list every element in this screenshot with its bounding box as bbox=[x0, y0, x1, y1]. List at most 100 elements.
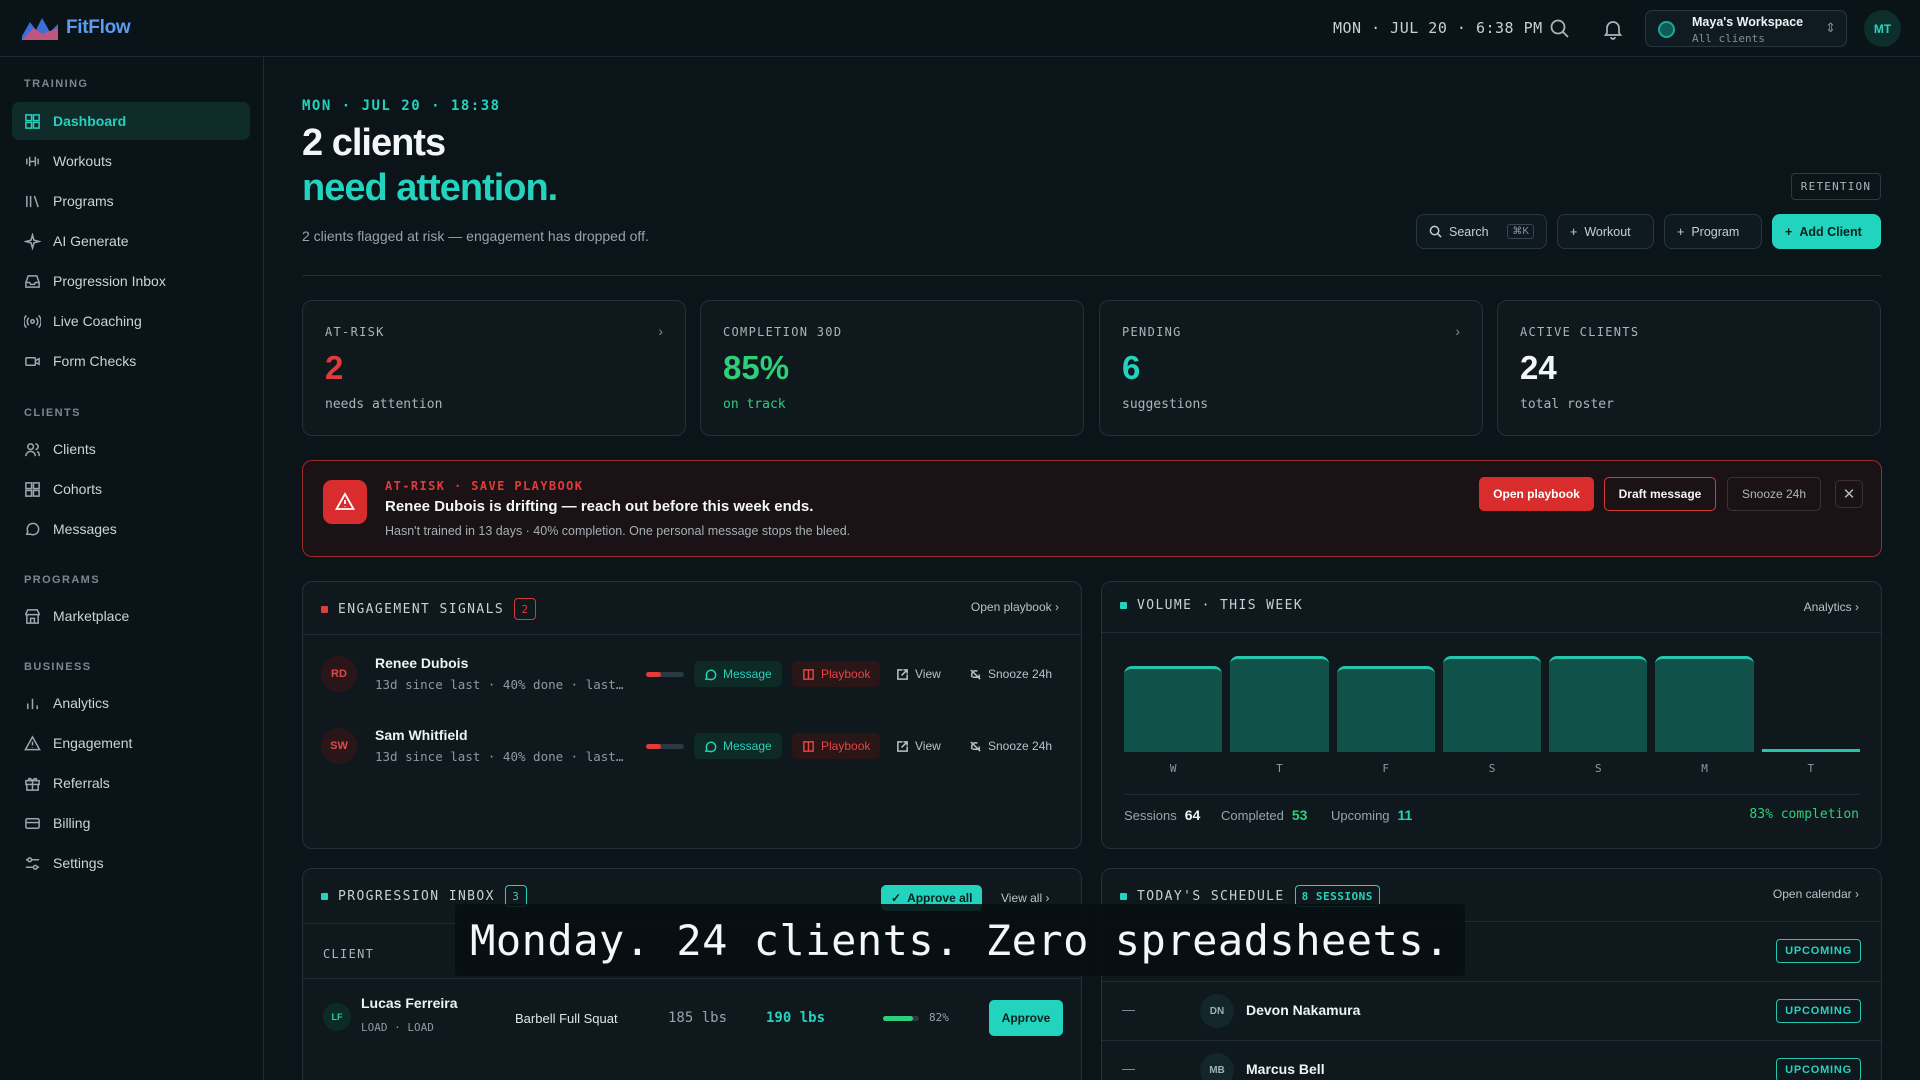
playbook-button[interactable]: Playbook bbox=[792, 733, 881, 759]
chart-bar bbox=[1124, 665, 1223, 752]
bell-icon[interactable] bbox=[1602, 18, 1624, 40]
gift-icon bbox=[25, 777, 40, 791]
open-calendar-link[interactable]: Open calendar › bbox=[1773, 887, 1859, 901]
chevron-updown-icon: ⇕ bbox=[1825, 20, 1836, 35]
status-dot bbox=[1120, 602, 1127, 609]
snooze-label: Snooze 24h bbox=[988, 667, 1053, 681]
sidebar-item-engagement[interactable]: Engagement bbox=[12, 724, 250, 762]
sidebar-item-referrals[interactable]: Referrals bbox=[12, 764, 250, 802]
sidebar-item-label: Cohorts bbox=[53, 481, 103, 497]
at-risk-alert: AT-RISK · SAVE PLAYBOOK Renee Dubois is … bbox=[302, 460, 1882, 557]
chart-bar bbox=[1549, 656, 1648, 752]
schedule-row[interactable]: — MB Marcus Bell UPCOMING bbox=[1102, 1041, 1881, 1080]
plus-icon: + bbox=[1677, 224, 1685, 239]
stat-value: 2 bbox=[325, 349, 344, 386]
sidebar-item-messages[interactable]: Messages bbox=[12, 510, 250, 548]
sidebar-item-ai-generate[interactable]: AI Generate bbox=[12, 222, 250, 260]
open-playbook-link[interactable]: Open playbook › bbox=[971, 600, 1059, 614]
stat-note: total roster bbox=[1520, 397, 1614, 412]
close-icon[interactable]: ✕ bbox=[1835, 480, 1863, 508]
sidebar-item-programs[interactable]: Programs bbox=[12, 182, 250, 220]
add-client-button[interactable]: + Add Client bbox=[1772, 214, 1881, 249]
stat-note: needs attention bbox=[325, 397, 443, 412]
message-button[interactable]: Message bbox=[694, 733, 782, 759]
snooze-button[interactable]: Snooze 24h bbox=[1727, 477, 1821, 511]
view-all-link[interactable]: View all › bbox=[1001, 891, 1049, 905]
page-subtitle: 2 clients flagged at risk — engagement h… bbox=[302, 228, 649, 244]
schedule-row[interactable]: — DN Devon Nakamura UPCOMING bbox=[1102, 982, 1881, 1040]
client-name[interactable]: Sam Whitfield bbox=[375, 727, 468, 743]
plus-icon: + bbox=[1785, 224, 1793, 239]
new-program-label: Program bbox=[1691, 224, 1740, 239]
approve-button[interactable]: Approve bbox=[989, 1000, 1063, 1036]
external-link-icon bbox=[897, 668, 908, 680]
client-avatar: SW bbox=[321, 728, 357, 764]
sidebar-item-label: Progression Inbox bbox=[53, 273, 166, 289]
open-playbook-button[interactable]: Open playbook bbox=[1479, 477, 1594, 511]
page-title-accent: need attention. bbox=[302, 167, 558, 209]
chevron-right-icon: › bbox=[658, 323, 663, 339]
completed-value: 53 bbox=[1291, 807, 1308, 823]
client-avatar: MB bbox=[1200, 1053, 1234, 1080]
new-program-button[interactable]: + Program bbox=[1664, 214, 1762, 249]
sidebar-item-marketplace[interactable]: Marketplace bbox=[12, 597, 250, 635]
playbook-button[interactable]: Playbook bbox=[792, 661, 881, 687]
view-button[interactable]: View bbox=[886, 733, 951, 759]
client-status: 13d since last · 40% done · last… bbox=[375, 677, 624, 692]
upcoming-value: 11 bbox=[1397, 807, 1413, 823]
snooze-button[interactable]: Snooze 24h bbox=[959, 661, 1062, 687]
external-link-icon bbox=[897, 740, 908, 752]
user-avatar[interactable]: MT bbox=[1864, 10, 1901, 47]
stat-label: COMPLETION 30D bbox=[723, 325, 843, 339]
draft-message-button[interactable]: Draft message bbox=[1604, 477, 1716, 511]
client-status: 13d since last · 40% done · last… bbox=[375, 749, 624, 764]
client-name[interactable]: Lucas Ferreira bbox=[361, 995, 458, 1011]
video-icon bbox=[25, 356, 40, 366]
search-icon[interactable] bbox=[1549, 18, 1571, 40]
message-button[interactable]: Message bbox=[694, 661, 782, 687]
stat-label: ACTIVE CLIENTS bbox=[1520, 325, 1640, 339]
stat-card-pending[interactable]: PENDING 6 suggestions › bbox=[1099, 300, 1483, 436]
stat-label: PENDING bbox=[1122, 325, 1182, 339]
chat-bubble-icon bbox=[704, 669, 717, 680]
chart-x-label: S bbox=[1488, 762, 1496, 775]
stat-card-at-risk[interactable]: AT-RISK 2 needs attention › bbox=[302, 300, 686, 436]
warning-icon bbox=[24, 734, 41, 750]
credit-card-icon bbox=[25, 817, 40, 829]
view-all-label: View all bbox=[1001, 891, 1043, 905]
workspace-icon bbox=[1658, 21, 1675, 38]
sidebar-item-live-coaching[interactable]: Live Coaching bbox=[12, 302, 250, 340]
client-name[interactable]: Renee Dubois bbox=[375, 655, 468, 671]
app-name: FitFlow bbox=[66, 17, 131, 38]
dumbbell-icon bbox=[26, 156, 39, 166]
chat-bubble-icon bbox=[25, 522, 40, 535]
confidence-meter-fill bbox=[883, 1016, 913, 1021]
view-button[interactable]: View bbox=[886, 661, 951, 687]
sidebar-item-label: Messages bbox=[53, 521, 117, 537]
sidebar-item-clients[interactable]: Clients bbox=[12, 430, 250, 468]
analytics-link[interactable]: Analytics › bbox=[1804, 600, 1859, 614]
sidebar-item-dashboard[interactable]: Dashboard bbox=[12, 102, 250, 140]
sidebar-item-label: Billing bbox=[53, 815, 91, 831]
client-avatar: DN bbox=[1200, 994, 1234, 1028]
search-button[interactable]: Search ⌘K bbox=[1416, 214, 1547, 249]
snooze-button[interactable]: Snooze 24h bbox=[959, 733, 1062, 759]
new-workout-button[interactable]: + Workout bbox=[1557, 214, 1654, 249]
sidebar-item-cohorts[interactable]: Cohorts bbox=[12, 470, 250, 508]
sidebar-item-workouts[interactable]: Workouts bbox=[12, 142, 250, 180]
sidebar-item-settings[interactable]: Settings bbox=[12, 844, 250, 882]
sidebar-item-analytics[interactable]: Analytics bbox=[12, 684, 250, 722]
chevron-right-icon: › bbox=[1455, 323, 1460, 339]
app-logo[interactable]: FitFlow bbox=[20, 14, 131, 42]
retention-tab[interactable]: RETENTION bbox=[1791, 173, 1881, 200]
panel-divider bbox=[1102, 632, 1881, 633]
confidence-meter bbox=[883, 1016, 919, 1021]
sidebar: TRAINING Dashboard Workouts Programs AI … bbox=[0, 57, 264, 1080]
sidebar-item-progression-inbox[interactable]: Progression Inbox bbox=[12, 262, 250, 300]
completion-meter-fill bbox=[646, 744, 662, 749]
session-time: — bbox=[1122, 1061, 1135, 1076]
sidebar-item-billing[interactable]: Billing bbox=[12, 804, 250, 842]
alert-description: Hasn't trained in 13 days · 40% completi… bbox=[385, 524, 851, 538]
workspace-switcher[interactable]: Maya's Workspace All clients ⇕ bbox=[1645, 10, 1847, 47]
sidebar-item-form-checks[interactable]: Form Checks bbox=[12, 342, 250, 380]
